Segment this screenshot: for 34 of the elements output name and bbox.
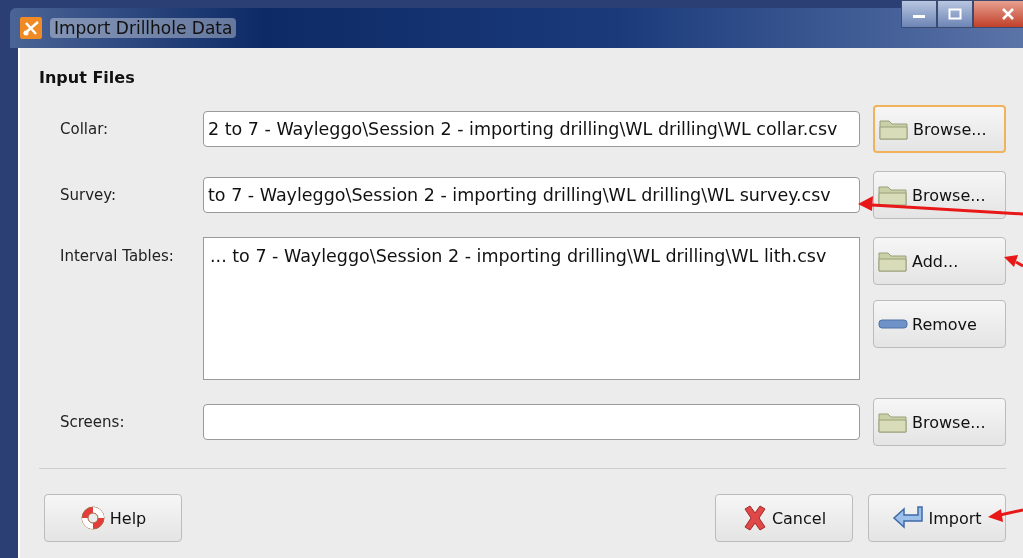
field-label: Survey: bbox=[60, 186, 118, 204]
close-button[interactable] bbox=[973, 0, 1023, 28]
annotation-arrow bbox=[1004, 255, 1023, 268]
list-box[interactable]: ... to 7 - Wayleggo\Session 2 - importing drilling\WL drilling\WL lith.csv bbox=[203, 237, 860, 380]
field-label: Screens: bbox=[60, 413, 126, 431]
file-path-field[interactable] bbox=[203, 404, 860, 440]
field-label: Collar: bbox=[60, 120, 110, 138]
remove-button[interactable]: Remove bbox=[873, 300, 1006, 348]
list-item[interactable]: ... to 7 - Wayleggo\Session 2 - importing drilling\WL drilling\WL lith.csv bbox=[210, 246, 827, 266]
folder-icon bbox=[878, 249, 908, 273]
window-title: Import Drillhole Data bbox=[50, 18, 237, 38]
lifebuoy-icon bbox=[79, 505, 106, 531]
dialog-button[interactable]: Cancel bbox=[715, 494, 853, 542]
maximize-icon bbox=[948, 8, 962, 20]
minimize-button[interactable] bbox=[901, 0, 937, 28]
file-path-field[interactable]: to 7 - Wayleggo\Session 2 - importing drilling\WL drilling\WL survey.csv bbox=[203, 177, 860, 213]
file-path-field[interactable]: 2 to 7 - Wayleggo\Session 2 - importing drilling\WL drilling\WL collar.csv bbox=[203, 111, 860, 147]
annotation-arrow bbox=[988, 508, 1023, 522]
folder-icon bbox=[878, 410, 908, 434]
folder-icon bbox=[879, 117, 909, 141]
browse-button[interactable]: Browse... bbox=[873, 398, 1006, 446]
section-title: Input Files bbox=[39, 68, 136, 87]
folder-icon bbox=[878, 183, 908, 207]
minus-icon bbox=[878, 319, 908, 329]
dialog-button[interactable]: Import bbox=[868, 494, 1006, 542]
browse-button[interactable]: Add... bbox=[873, 237, 1006, 285]
app-icon bbox=[20, 17, 42, 39]
field-label: Interval Tables: bbox=[60, 246, 175, 265]
help-button[interactable]: Help bbox=[44, 494, 182, 542]
browse-button[interactable]: Browse... bbox=[873, 171, 1006, 219]
maximize-button[interactable] bbox=[937, 0, 973, 28]
browse-button[interactable]: Browse... bbox=[873, 105, 1006, 153]
close-icon bbox=[1001, 8, 1015, 20]
enter-icon bbox=[892, 505, 925, 531]
